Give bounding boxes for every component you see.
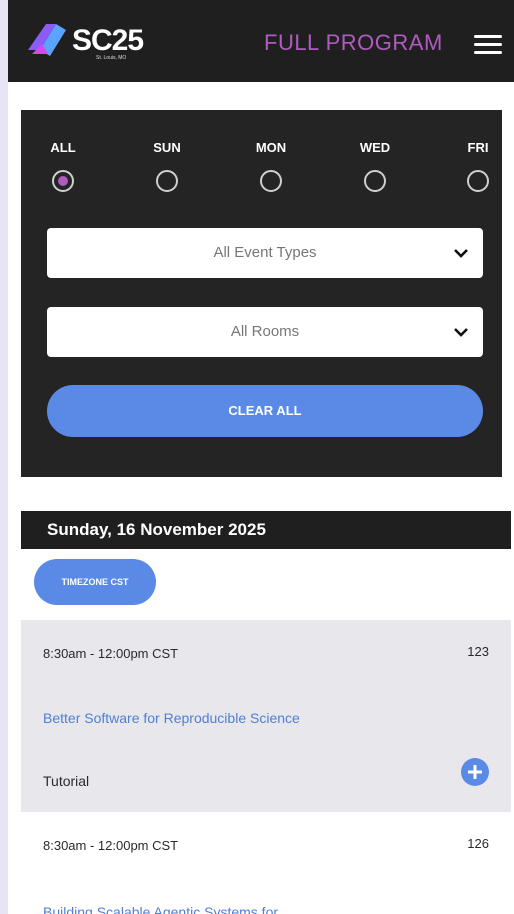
day-filter-sun[interactable]: SUN xyxy=(137,140,197,192)
day-label-mon: MON xyxy=(255,140,287,155)
filter-panel: ALL SUN MON WED FRI All Event Types All … xyxy=(21,110,502,477)
day-radio-all[interactable] xyxy=(52,170,74,192)
room-select-value: All Rooms xyxy=(230,323,300,340)
day-filter-wed[interactable]: WED xyxy=(345,140,405,192)
day-label-wed: WED xyxy=(359,140,391,155)
logo-text: SC25 xyxy=(72,24,144,57)
full-program-link[interactable]: FULL PROGRAM xyxy=(264,30,443,56)
clear-all-button[interactable]: CLEAR ALL xyxy=(47,385,483,437)
day-label-sun: SUN xyxy=(153,140,181,155)
day-label-all: ALL xyxy=(50,140,76,155)
sc25-logo[interactable]: SC25 St. Louis, MO xyxy=(26,20,166,66)
day-radio-wed[interactable] xyxy=(364,170,386,192)
day-label-fri: FRI xyxy=(467,140,489,155)
chevron-down-icon xyxy=(454,328,468,337)
day-filter-fri[interactable]: FRI xyxy=(448,140,508,192)
event-row[interactable]: 8:30am - 12:00pm CST 123 Better Software… xyxy=(21,620,511,812)
day-radio-fri[interactable] xyxy=(467,170,489,192)
add-to-schedule-icon[interactable] xyxy=(461,758,489,786)
top-navigation-bar: SC25 St. Louis, MO FULL PROGRAM xyxy=(8,0,514,82)
event-row[interactable]: 8:30am - 12:00pm CST 126 Building Scalab… xyxy=(21,812,511,914)
event-time: 8:30am - 12:00pm CST xyxy=(43,838,179,853)
event-time: 8:30am - 12:00pm CST xyxy=(43,646,179,661)
date-heading: Sunday, 16 November 2025 xyxy=(21,511,511,549)
event-type-select-value: All Event Types xyxy=(213,244,317,261)
event-type: Tutorial xyxy=(43,773,90,789)
chevron-down-icon xyxy=(454,249,468,258)
event-room: 126 xyxy=(467,836,489,851)
sc25-logo-mark-icon xyxy=(28,24,66,56)
hamburger-menu-icon[interactable] xyxy=(474,35,502,55)
day-radio-sun[interactable] xyxy=(156,170,178,192)
day-filter-all[interactable]: ALL xyxy=(33,140,93,192)
logo-tagline: St. Louis, MO xyxy=(96,55,127,61)
day-radio-mon[interactable] xyxy=(260,170,282,192)
event-room: 123 xyxy=(467,644,489,659)
page: SC25 St. Louis, MO FULL PROGRAM ALL SUN … xyxy=(8,0,514,914)
day-filter-mon[interactable]: MON xyxy=(241,140,301,192)
event-title-link[interactable]: Better Software for Reproducible Science xyxy=(43,710,300,726)
event-title-link[interactable]: Building Scalable Agentic Systems for xyxy=(43,904,278,914)
room-select[interactable]: All Rooms xyxy=(47,307,483,357)
event-type-select[interactable]: All Event Types xyxy=(47,228,483,278)
timezone-badge[interactable]: TIMEZONE CST xyxy=(34,559,156,605)
